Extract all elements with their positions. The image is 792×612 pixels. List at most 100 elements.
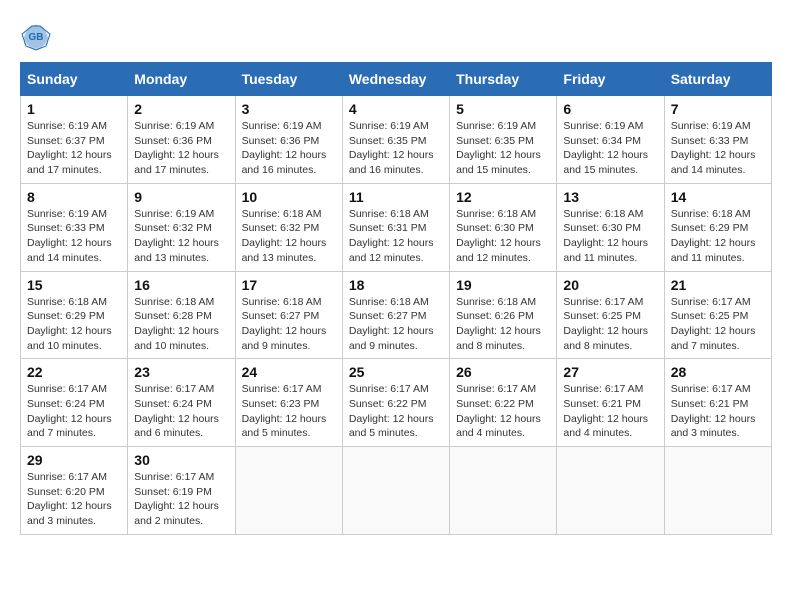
calendar-cell: 11 Sunrise: 6:18 AMSunset: 6:31 PMDayligh… <box>342 183 449 271</box>
calendar-cell: 22 Sunrise: 6:17 AMSunset: 6:24 PMDayligh… <box>21 359 128 447</box>
page-header: GB <box>20 20 772 52</box>
day-number: 2 <box>134 101 228 117</box>
day-info: Sunrise: 6:19 AMSunset: 6:35 PMDaylight:… <box>349 119 443 178</box>
day-number: 15 <box>27 277 121 293</box>
day-number: 28 <box>671 364 765 380</box>
day-number: 22 <box>27 364 121 380</box>
day-info: Sunrise: 6:19 AMSunset: 6:37 PMDaylight:… <box>27 119 121 178</box>
calendar-cell: 7 Sunrise: 6:19 AMSunset: 6:33 PMDaylight… <box>664 96 771 184</box>
day-info: Sunrise: 6:18 AMSunset: 6:30 PMDaylight:… <box>456 207 550 266</box>
day-info: Sunrise: 6:17 AMSunset: 6:23 PMDaylight:… <box>242 382 336 441</box>
day-number: 30 <box>134 452 228 468</box>
day-info: Sunrise: 6:17 AMSunset: 6:24 PMDaylight:… <box>27 382 121 441</box>
day-number: 4 <box>349 101 443 117</box>
calendar-cell <box>342 447 449 535</box>
calendar-cell: 30 Sunrise: 6:17 AMSunset: 6:19 PMDayligh… <box>128 447 235 535</box>
day-number: 19 <box>456 277 550 293</box>
day-info: Sunrise: 6:19 AMSunset: 6:34 PMDaylight:… <box>563 119 657 178</box>
day-number: 13 <box>563 189 657 205</box>
day-info: Sunrise: 6:17 AMSunset: 6:20 PMDaylight:… <box>27 470 121 529</box>
calendar-row: 29 Sunrise: 6:17 AMSunset: 6:20 PMDayligh… <box>21 447 772 535</box>
day-of-week-header: Wednesday <box>342 63 449 96</box>
calendar-cell: 1 Sunrise: 6:19 AMSunset: 6:37 PMDaylight… <box>21 96 128 184</box>
svg-text:GB: GB <box>29 32 44 43</box>
calendar-cell: 8 Sunrise: 6:19 AMSunset: 6:33 PMDaylight… <box>21 183 128 271</box>
day-of-week-header: Monday <box>128 63 235 96</box>
day-info: Sunrise: 6:17 AMSunset: 6:21 PMDaylight:… <box>563 382 657 441</box>
day-number: 12 <box>456 189 550 205</box>
calendar-cell: 15 Sunrise: 6:18 AMSunset: 6:29 PMDayligh… <box>21 271 128 359</box>
day-info: Sunrise: 6:19 AMSunset: 6:36 PMDaylight:… <box>134 119 228 178</box>
day-info: Sunrise: 6:19 AMSunset: 6:35 PMDaylight:… <box>456 119 550 178</box>
day-info: Sunrise: 6:19 AMSunset: 6:33 PMDaylight:… <box>27 207 121 266</box>
day-info: Sunrise: 6:17 AMSunset: 6:24 PMDaylight:… <box>134 382 228 441</box>
day-number: 6 <box>563 101 657 117</box>
calendar-cell: 10Sunrise: 6:18 AMSunset: 6:32 PMDayligh… <box>235 183 342 271</box>
day-of-week-header: Saturday <box>664 63 771 96</box>
calendar-cell: 9Sunrise: 6:19 AMSunset: 6:32 PMDaylight… <box>128 183 235 271</box>
calendar-row: 15 Sunrise: 6:18 AMSunset: 6:29 PMDayligh… <box>21 271 772 359</box>
day-info: Sunrise: 6:17 AMSunset: 6:22 PMDaylight:… <box>349 382 443 441</box>
calendar-cell <box>664 447 771 535</box>
calendar-cell: 6 Sunrise: 6:19 AMSunset: 6:34 PMDaylight… <box>557 96 664 184</box>
day-of-week-header: Sunday <box>21 63 128 96</box>
day-number: 1 <box>27 101 121 117</box>
day-number: 11 <box>349 189 443 205</box>
day-info: Sunrise: 6:17 AMSunset: 6:19 PMDaylight:… <box>134 470 228 529</box>
day-number: 21 <box>671 277 765 293</box>
day-number: 23 <box>134 364 228 380</box>
calendar-cell: 5Sunrise: 6:19 AMSunset: 6:35 PMDaylight… <box>450 96 557 184</box>
calendar-cell: 17 Sunrise: 6:18 AMSunset: 6:27 PMDayligh… <box>235 271 342 359</box>
calendar-cell: 14Sunrise: 6:18 AMSunset: 6:29 PMDayligh… <box>664 183 771 271</box>
day-info: Sunrise: 6:17 AMSunset: 6:22 PMDaylight:… <box>456 382 550 441</box>
day-number: 26 <box>456 364 550 380</box>
day-info: Sunrise: 6:18 AMSunset: 6:27 PMDaylight:… <box>349 295 443 354</box>
day-info: Sunrise: 6:19 AMSunset: 6:36 PMDaylight:… <box>242 119 336 178</box>
day-number: 20 <box>563 277 657 293</box>
calendar-row: 1 Sunrise: 6:19 AMSunset: 6:37 PMDaylight… <box>21 96 772 184</box>
day-of-week-header: Tuesday <box>235 63 342 96</box>
day-info: Sunrise: 6:17 AMSunset: 6:21 PMDaylight:… <box>671 382 765 441</box>
day-number: 24 <box>242 364 336 380</box>
day-info: Sunrise: 6:18 AMSunset: 6:26 PMDaylight:… <box>456 295 550 354</box>
day-info: Sunrise: 6:18 AMSunset: 6:27 PMDaylight:… <box>242 295 336 354</box>
day-number: 14 <box>671 189 765 205</box>
day-info: Sunrise: 6:18 AMSunset: 6:31 PMDaylight:… <box>349 207 443 266</box>
calendar-cell: 16Sunrise: 6:18 AMSunset: 6:28 PMDayligh… <box>128 271 235 359</box>
day-number: 29 <box>27 452 121 468</box>
calendar-cell <box>450 447 557 535</box>
logo: GB <box>20 20 56 52</box>
day-number: 16 <box>134 277 228 293</box>
day-number: 3 <box>242 101 336 117</box>
calendar-cell: 24 Sunrise: 6:17 AMSunset: 6:23 PMDayligh… <box>235 359 342 447</box>
calendar-cell: 21 Sunrise: 6:17 AMSunset: 6:25 PMDayligh… <box>664 271 771 359</box>
calendar-row: 22 Sunrise: 6:17 AMSunset: 6:24 PMDayligh… <box>21 359 772 447</box>
day-info: Sunrise: 6:17 AMSunset: 6:25 PMDaylight:… <box>671 295 765 354</box>
calendar-cell: 13 Sunrise: 6:18 AMSunset: 6:30 PMDayligh… <box>557 183 664 271</box>
day-number: 8 <box>27 189 121 205</box>
day-info: Sunrise: 6:18 AMSunset: 6:29 PMDaylight:… <box>27 295 121 354</box>
day-info: Sunrise: 6:19 AMSunset: 6:33 PMDaylight:… <box>671 119 765 178</box>
calendar-cell: 20 Sunrise: 6:17 AMSunset: 6:25 PMDayligh… <box>557 271 664 359</box>
calendar-row: 8 Sunrise: 6:19 AMSunset: 6:33 PMDaylight… <box>21 183 772 271</box>
calendar-cell: 23 Sunrise: 6:17 AMSunset: 6:24 PMDayligh… <box>128 359 235 447</box>
day-number: 18 <box>349 277 443 293</box>
calendar-cell <box>557 447 664 535</box>
day-info: Sunrise: 6:18 AMSunset: 6:30 PMDaylight:… <box>563 207 657 266</box>
calendar-cell: 28 Sunrise: 6:17 AMSunset: 6:21 PMDayligh… <box>664 359 771 447</box>
calendar-cell: 26 Sunrise: 6:17 AMSunset: 6:22 PMDayligh… <box>450 359 557 447</box>
day-number: 7 <box>671 101 765 117</box>
calendar-cell: 18 Sunrise: 6:18 AMSunset: 6:27 PMDayligh… <box>342 271 449 359</box>
calendar-cell: 4 Sunrise: 6:19 AMSunset: 6:35 PMDaylight… <box>342 96 449 184</box>
day-number: 9 <box>134 189 228 205</box>
day-number: 17 <box>242 277 336 293</box>
day-info: Sunrise: 6:18 AMSunset: 6:32 PMDaylight:… <box>242 207 336 266</box>
day-info: Sunrise: 6:17 AMSunset: 6:25 PMDaylight:… <box>563 295 657 354</box>
day-number: 27 <box>563 364 657 380</box>
calendar-table: SundayMondayTuesdayWednesdayThursdayFrid… <box>20 62 772 535</box>
calendar-cell: 19 Sunrise: 6:18 AMSunset: 6:26 PMDayligh… <box>450 271 557 359</box>
day-of-week-header: Friday <box>557 63 664 96</box>
calendar-cell: 25Sunrise: 6:17 AMSunset: 6:22 PMDayligh… <box>342 359 449 447</box>
calendar-cell <box>235 447 342 535</box>
calendar-header-row: SundayMondayTuesdayWednesdayThursdayFrid… <box>21 63 772 96</box>
